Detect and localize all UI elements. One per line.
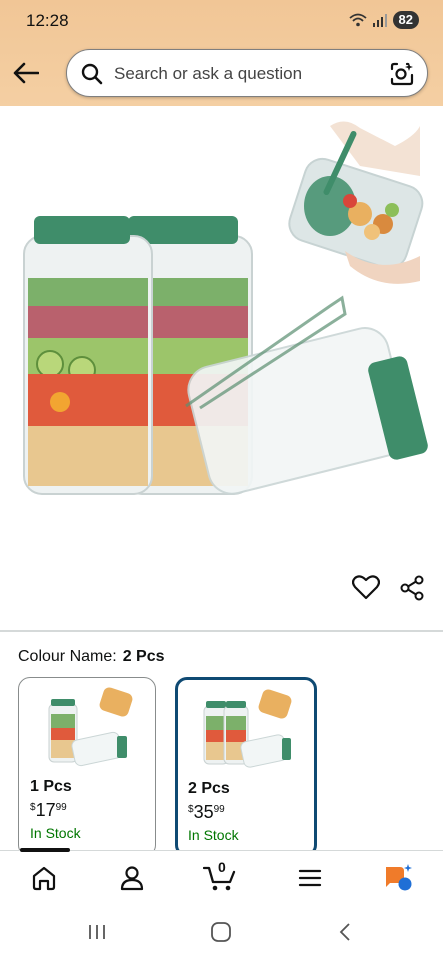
share-icon [400,575,424,601]
variant-label-text: Colour Name: [18,648,117,665]
top-header: 12:28 82 Search or ask a question [0,0,443,106]
variant-price: $1799 [30,800,67,820]
cart-count-badge: 0 [218,859,226,875]
recent-apps-icon [89,925,105,939]
active-tab-indicator [20,848,70,852]
nav-cart[interactable]: 0 [203,859,237,893]
jar-front [23,216,153,495]
system-home-button[interactable] [206,920,236,944]
share-button[interactable] [398,574,428,604]
system-back-button[interactable] [330,920,360,944]
product-image-gallery[interactable] [0,106,443,699]
variant-option-2-pcs[interactable]: 2 Pcs $3599 In Stock [175,677,317,857]
variant-option-1-pcs[interactable]: 1 Pcs $1799 In Stock [18,677,156,857]
variant-label: Colour Name: 2 Pcs [18,648,165,666]
variant-price: $3599 [188,802,225,822]
back-button[interactable] [10,58,42,88]
home-square-icon [211,922,231,942]
battery-indicator: 82 [392,11,419,29]
account-icon [120,866,144,891]
system-navigation-bar [0,902,443,960]
camera-lens-icon[interactable] [389,61,415,87]
wishlist-button[interactable] [351,574,382,604]
chevron-left-icon [339,923,350,941]
search-input[interactable]: Search or ask a question [114,64,302,84]
variant-name: 1 Pcs [30,778,72,795]
status-time: 12:28 [26,11,69,30]
recent-apps-button[interactable] [82,920,112,944]
variant-selected-value: 2 Pcs [122,648,165,665]
status-icons: 82 [348,11,419,29]
heart-icon [351,575,381,600]
search-bar[interactable]: Search or ask a question [66,49,428,97]
nav-menu[interactable] [293,863,327,893]
variant-thumbnail [48,687,133,767]
nav-ai-assistant[interactable] [381,863,415,893]
bottom-navigation: 0 [0,848,443,903]
search-icon [81,63,103,85]
variant-stock-status: In Stock [30,825,81,841]
nav-home[interactable] [27,863,61,893]
signal-icon [372,14,387,27]
home-icon [32,866,56,891]
product-image[interactable] [0,106,443,576]
variant-thumbnail [203,689,292,768]
menu-icon [298,869,322,887]
section-divider [0,630,443,632]
variant-name: 2 Pcs [188,780,230,797]
inset-hand-photo [288,121,424,284]
arrow-left-icon [13,62,39,84]
nav-account[interactable] [115,863,149,893]
variant-stock-status: In Stock [188,827,239,843]
ai-assistant-icon [386,864,412,891]
wifi-icon [348,13,367,27]
status-bar: 12:28 82 [0,0,443,44]
